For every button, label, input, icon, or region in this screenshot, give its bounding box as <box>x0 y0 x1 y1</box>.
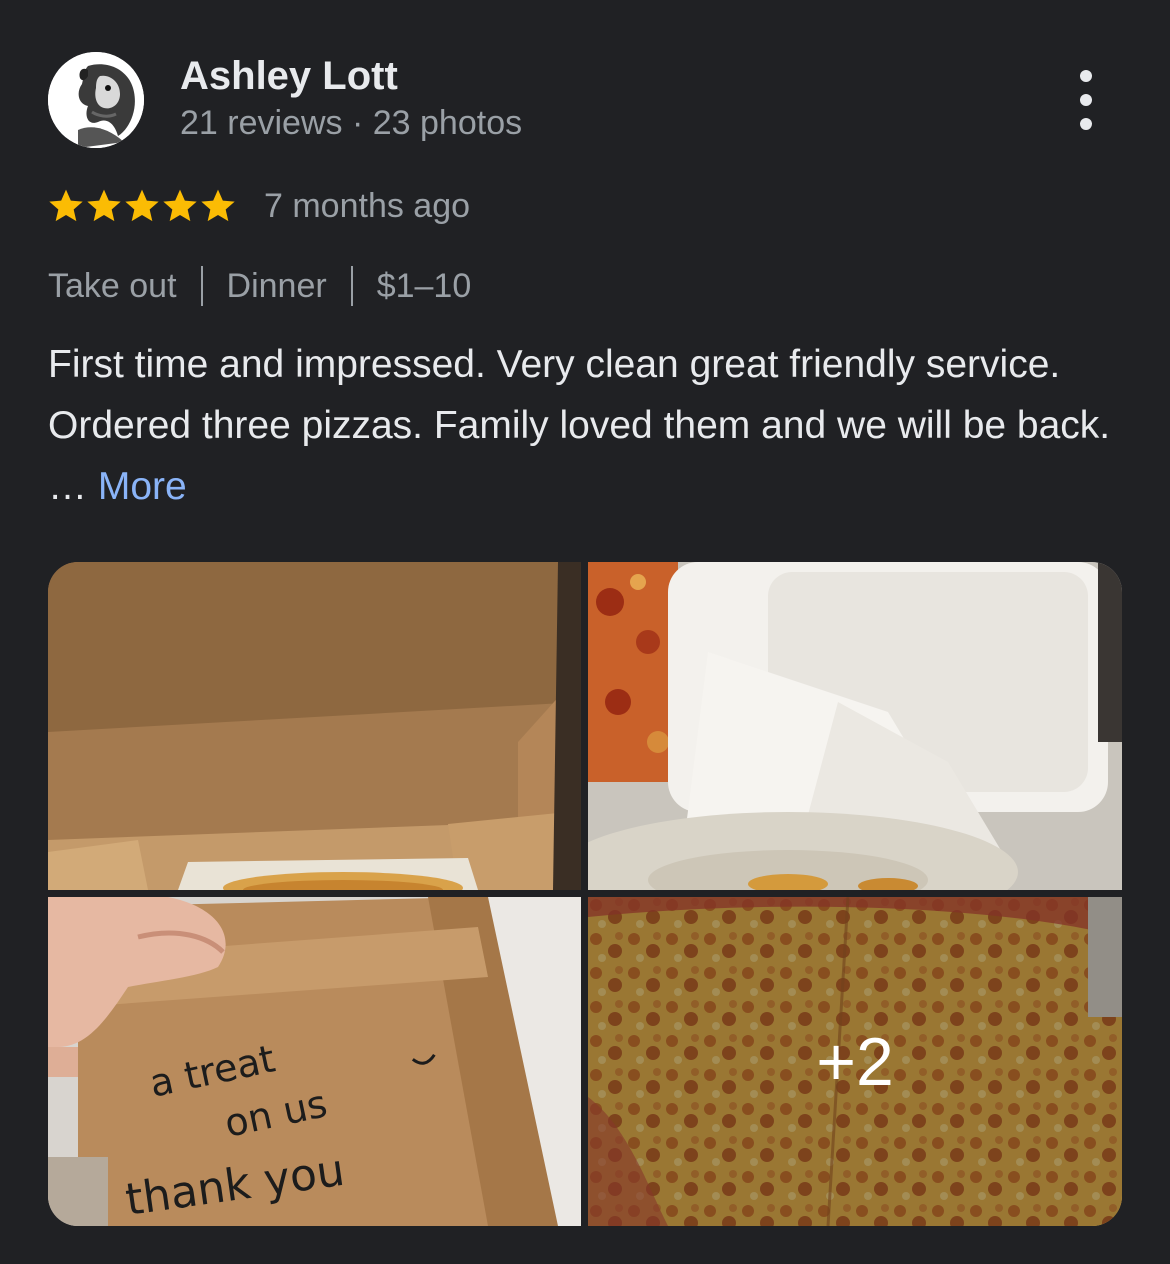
attribute-price: $1–10 <box>376 266 472 305</box>
menu-dot <box>1080 70 1092 82</box>
attribute-meal: Dinner <box>226 266 327 305</box>
cheese-pizza-photo[interactable]: +2 <box>588 897 1122 1226</box>
review-body: First time and impressed. Very clean gre… <box>48 343 1111 508</box>
attribute-divider <box>350 266 353 306</box>
takeout-container-image <box>588 562 1122 890</box>
attribute-service: Take out <box>48 266 177 305</box>
paper-bag-image: a treat on us thank you <box>48 897 581 1226</box>
star-rating <box>46 186 236 226</box>
review-attributes: Take out Dinner $1–10 <box>48 264 471 308</box>
takeout-container-photo[interactable] <box>588 562 1122 890</box>
more-photos-overlay[interactable]: +2 <box>588 897 1122 1226</box>
author-name[interactable]: Ashley Lott <box>180 52 398 100</box>
menu-dot <box>1080 94 1092 106</box>
paper-bag-photo[interactable]: a treat on us thank you <box>48 897 581 1226</box>
more-link[interactable]: More <box>98 465 187 508</box>
review-text: First time and impressed. Very clean gre… <box>48 334 1128 517</box>
pizza-box-photo[interactable] <box>48 562 581 890</box>
star-icon <box>49 189 83 222</box>
star-icon <box>87 189 121 222</box>
star-icon <box>163 189 197 222</box>
avatar-dog-image <box>48 52 144 148</box>
star-icon <box>201 189 235 222</box>
author-meta[interactable]: 21 reviews · 23 photos <box>180 102 522 144</box>
author-reviews-count: 21 reviews <box>180 104 343 142</box>
rating-row: 7 months ago <box>46 184 470 228</box>
review-card: Ashley Lott 21 reviews · 23 photos 7 mon… <box>0 0 1170 1264</box>
attribute-divider <box>200 266 203 306</box>
more-vert-icon[interactable] <box>1062 70 1110 130</box>
author-photos-count: 23 photos <box>372 104 523 142</box>
star-icon <box>125 189 159 222</box>
review-time: 7 months ago <box>264 187 471 225</box>
meta-separator: · <box>351 104 364 142</box>
author-avatar[interactable] <box>48 52 144 148</box>
more-photos-count: +2 <box>816 1023 894 1100</box>
menu-dot <box>1080 118 1092 130</box>
review-photos: a treat on us thank you +2 <box>48 562 1122 1226</box>
pizza-box-image <box>48 562 581 890</box>
